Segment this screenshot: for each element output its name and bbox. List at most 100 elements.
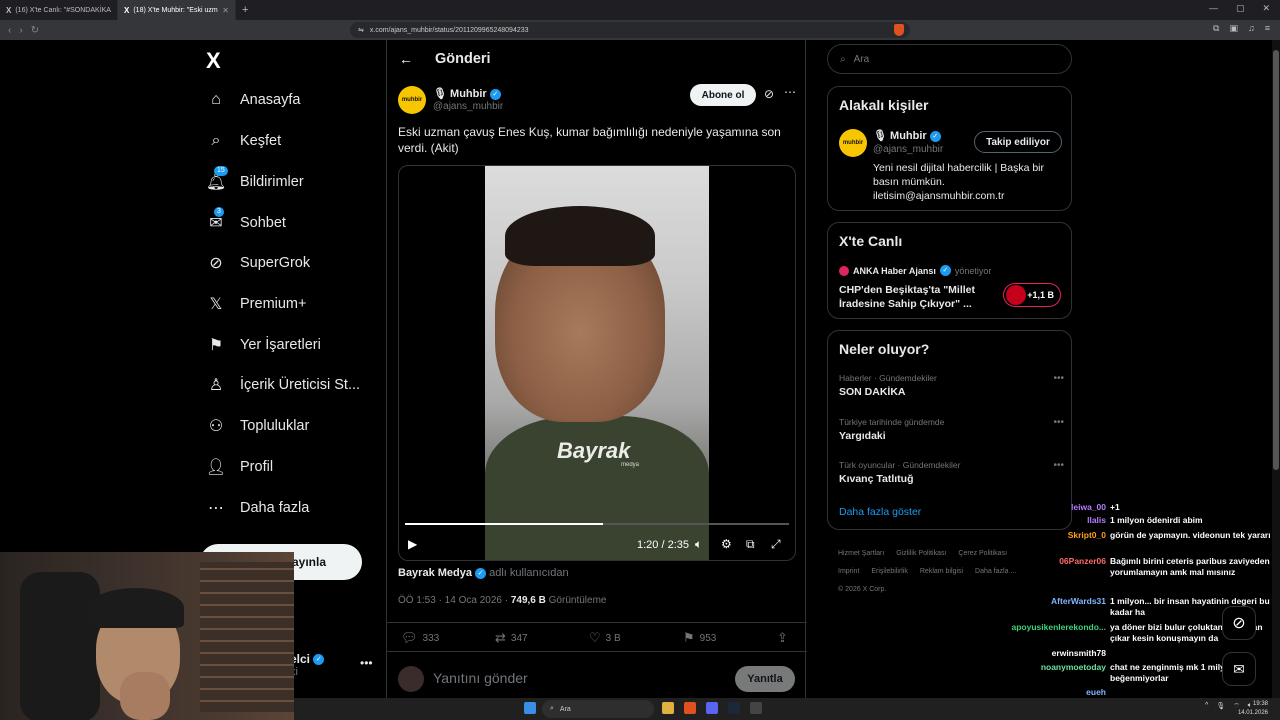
new-tab-button[interactable]: + [242, 4, 248, 16]
chat-username[interactable]: apoyusikenlerekondo... [990, 622, 1106, 633]
brave-icon[interactable] [684, 702, 696, 714]
tab-close-icon[interactable]: ✕ [222, 6, 229, 15]
tweet-timestamp[interactable]: ÖÖ 1:53 · 14 Oca 2026 · [398, 595, 508, 606]
sidebar-item-label: Sohbet [240, 215, 286, 231]
reload-icon[interactable]: ↻ [31, 25, 39, 36]
windows-start-icon[interactable] [524, 702, 536, 714]
trend-item[interactable]: Haberler · Gündemdekiler SON DAKİKA ••• [839, 373, 1064, 398]
sidebar-item-search[interactable]: ⌕ Keşfet [206, 129, 282, 153]
sidebar-item-communities[interactable]: ⚇ Topluluklar [206, 414, 310, 438]
live-source[interactable]: ANKA Haber Ajansı ✓ yönetiyor [839, 265, 991, 276]
sidebar-item-mail[interactable]: ✉ 3 Sohbet [206, 207, 286, 235]
tray-chevron-icon[interactable]: ^ [1205, 702, 1208, 711]
sidebar-item-profile[interactable]: 👤︎ Profil [206, 455, 273, 479]
sidebar-item-x[interactable]: 𝕏 Premium+ [206, 292, 307, 316]
account-name[interactable]: elci ✓ [290, 652, 325, 666]
chat-username[interactable]: 06Panzer06 [990, 556, 1106, 567]
trend-item[interactable]: Türk oyuncular · Gündemdekiler Kıvanç Ta… [839, 460, 1064, 485]
settings-icon[interactable]: ⚙ [721, 537, 732, 551]
chat-username[interactable]: llalis [990, 515, 1106, 526]
share-action[interactable]: ⇪ [777, 630, 788, 646]
like-action[interactable]: ♡ 3 B [589, 630, 621, 646]
author-name[interactable]: 🎙︎ Muhbir ✓ [433, 87, 501, 100]
author-avatar[interactable]: muhbir [398, 86, 426, 114]
steam-icon[interactable] [728, 702, 740, 714]
author-handle[interactable]: @ajans_muhbir [433, 101, 503, 112]
wallet-icon[interactable]: ▣ [1229, 23, 1238, 34]
sidebar-item-more-circle[interactable]: ⋯ Daha fazla [206, 496, 309, 520]
account-more-icon[interactable]: ••• [360, 656, 373, 670]
chat-username[interactable]: AfterWards31 [990, 596, 1106, 607]
fullscreen-icon[interactable]: ⤢ [771, 537, 781, 552]
reply-button[interactable]: Yanıtla [735, 666, 795, 692]
trend-more-icon[interactable]: ••• [1053, 417, 1064, 428]
sidebar-item-home[interactable]: ⌂ Anasayfa [206, 88, 300, 112]
sidebar-item-bookmark[interactable]: ⚑ Yer İşaretleri [206, 333, 321, 357]
grok-float-button[interactable]: ⊘ [1222, 606, 1256, 640]
webcam-person-cap [88, 588, 184, 628]
subscribe-button[interactable]: Abone ol [690, 84, 756, 106]
extensions-icon[interactable]: ⧉ [1213, 23, 1219, 34]
footer-link[interactable]: Imprint [838, 568, 859, 575]
source-name[interactable]: Bayrak Medya [398, 567, 472, 579]
video-progress-bar[interactable] [405, 523, 789, 525]
site-info-icon[interactable]: ⇋ [358, 26, 364, 34]
sidebar-item-bell[interactable]: 🔔︎ 15 Bildirimler [206, 166, 304, 194]
chat-username[interactable]: erwinsmith78 [990, 648, 1106, 659]
profile-icon: 👤︎ [205, 459, 227, 476]
more-icon[interactable]: ⋯ [784, 85, 796, 99]
app-icon[interactable] [750, 702, 762, 714]
show-more-link[interactable]: Daha fazla göster [839, 506, 921, 518]
grok-icon[interactable]: ⊘ [764, 87, 774, 101]
trend-more-icon[interactable]: ••• [1053, 460, 1064, 471]
following-button[interactable]: Takip ediliyor [974, 131, 1062, 153]
volume-icon[interactable]: 🔈︎ [695, 537, 702, 552]
browser-tab-1[interactable]: X (16) X'te Canlı: "#SONDAKİKA [0, 0, 118, 20]
live-listener-count[interactable]: +1,1 B [1003, 283, 1061, 307]
sidebar-item-creator[interactable]: ♙ İçerik Üreticisi St... [206, 373, 360, 397]
taskbar-search[interactable]: ⌕ Ara [542, 700, 654, 718]
x-logo-icon[interactable]: X [206, 48, 221, 74]
reply-input[interactable]: Yanıtını gönder [433, 670, 528, 686]
trend-more-icon[interactable]: ••• [1053, 373, 1064, 384]
search-input[interactable]: ⌕ Ara [827, 44, 1072, 74]
file-explorer-icon[interactable] [662, 702, 674, 714]
chat-username[interactable]: eueh [990, 687, 1106, 698]
media-icon[interactable]: ♫ [1248, 23, 1255, 34]
back-arrow-icon[interactable]: ← [399, 51, 413, 67]
video-player[interactable]: Bayrak medya ▶ 1:20 / 2:35 🔈︎ ⚙ ⧉ ⤢ [398, 165, 796, 561]
play-icon[interactable]: ▶ [408, 537, 417, 551]
menu-icon[interactable]: ≡ [1265, 23, 1270, 34]
footer-link[interactable]: Erişilebilirlik [871, 568, 908, 575]
chat-username[interactable]: leiwa_00 [990, 502, 1106, 513]
maximize-icon[interactable]: ▢ [1236, 3, 1245, 14]
footer-link[interactable]: Hizmet Şartları [838, 550, 884, 557]
chat-username[interactable]: Skript0_0 [990, 530, 1106, 541]
taskbar-clock[interactable]: 19:38 14.01.2026 [1238, 700, 1268, 718]
messages-float-button[interactable]: ✉ [1222, 652, 1256, 686]
trend-context: Haberler · Gündemdekiler [839, 373, 937, 383]
live-headline[interactable]: CHP'den Beşiktaş'ta "Millet İradesine Sa… [839, 283, 989, 311]
back-icon[interactable]: ‹ [8, 25, 11, 36]
footer-link[interactable]: Gizlilik Politikası [896, 550, 946, 557]
mic-icon[interactable]: 🎙︎ [1216, 702, 1225, 711]
repost-action[interactable]: ⇄ 347 [495, 630, 528, 646]
close-window-icon[interactable]: ✕ [1262, 3, 1270, 14]
related-title: Alakalı kişiler [839, 97, 929, 113]
related-avatar[interactable]: muhbir [839, 129, 867, 157]
discord-icon[interactable] [706, 702, 718, 714]
sidebar-item-grok[interactable]: ⊘ SuperGrok [206, 251, 310, 275]
scroll-thumb[interactable] [1273, 50, 1279, 470]
bookmark-action[interactable]: ⚑ 953 [683, 630, 716, 646]
forward-icon[interactable]: › [19, 25, 22, 36]
browser-tab-2[interactable]: X (18) X'te Muhbir: "Eski uzm ✕ [118, 0, 236, 20]
brave-shield-icon[interactable] [894, 24, 904, 36]
related-name[interactable]: 🎙︎ Muhbir ✓ [873, 129, 941, 142]
reply-action[interactable]: 💬︎ 333 [401, 630, 439, 646]
trend-item[interactable]: Türkiye tarihinde gündemde Yargıdaki ••• [839, 417, 1064, 442]
minimize-icon[interactable]: — [1209, 3, 1218, 14]
footer-link[interactable]: Reklam bilgisi [920, 568, 963, 575]
pip-icon[interactable]: ⧉ [746, 537, 755, 552]
url-field[interactable]: ⇋ x.com/ajans_muhbir/status/201120996524… [350, 22, 910, 38]
chat-username[interactable]: noanymoetoday [990, 662, 1106, 673]
